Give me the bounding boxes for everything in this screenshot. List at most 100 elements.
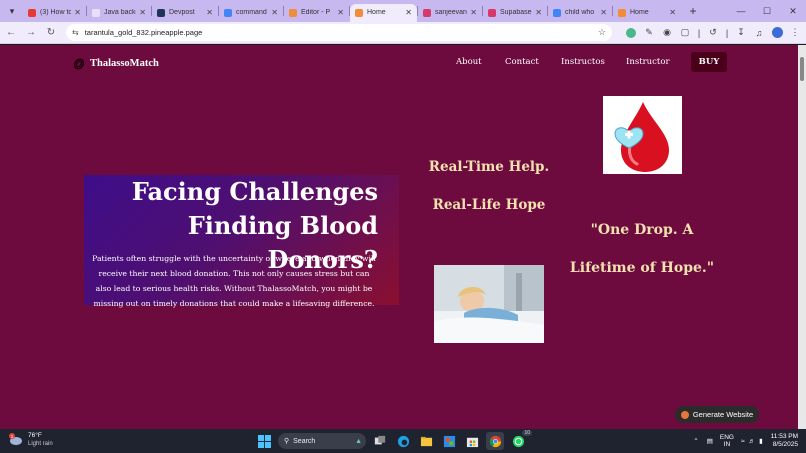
extensions-area: ✎ ◉ ▢ | ↺ | ↧ ♫ ⋮ (622, 24, 804, 42)
file-explorer-icon[interactable] (417, 432, 435, 450)
brand-name: ThalassoMatch (90, 57, 159, 69)
clock[interactable]: 11:53 PM 8/5/2025 (771, 433, 798, 449)
tab-close-icon[interactable]: ✕ (271, 8, 278, 17)
tab-close-icon[interactable]: ✕ (535, 8, 542, 17)
browser-tab[interactable]: (3) How to ✕ (23, 4, 86, 22)
address-bar[interactable]: ⇆ tarantula_gold_832.pineapple.page ☆ (66, 24, 612, 41)
tab-favicon-icon (224, 8, 232, 17)
nav-instructor[interactable]: Instructor (626, 57, 670, 67)
media-icon[interactable]: ♫ (750, 24, 768, 42)
clock-date: 8/5/2025 (772, 441, 798, 448)
weather-icon: 1 (9, 433, 23, 447)
tab-favicon-icon (488, 8, 496, 17)
reload-icon[interactable]: ↻ (42, 24, 60, 42)
whatsapp-icon[interactable]: 10 (509, 430, 532, 450)
tab-title: Editor - P (301, 9, 331, 16)
tab-close-icon[interactable]: ✕ (470, 8, 477, 17)
browser-tab[interactable]: Devpost ✕ (152, 4, 218, 22)
whatsapp-badge: 10 (522, 430, 532, 436)
forward-icon[interactable]: → (22, 24, 40, 42)
tab-favicon-icon (157, 8, 165, 17)
battery-icon[interactable]: ▮ (759, 437, 763, 445)
system-tray: ⌃ ▤ ENG IN ≈ ♬ ▮ 11:53 PM 8/5/2025 (693, 431, 798, 451)
lang-region: IN (723, 441, 731, 448)
taskbar-search[interactable]: ⚲ Search ▲ (278, 433, 366, 449)
chrome-icon[interactable] (486, 432, 504, 450)
tab-close-icon[interactable]: ✕ (600, 8, 607, 17)
new-tab-button[interactable]: + (685, 3, 701, 19)
tagline-realtime: Real-Time Help. (428, 159, 550, 175)
buy-button[interactable]: BUY (691, 52, 727, 72)
minimize-icon[interactable]: — (728, 0, 754, 22)
search-label: Search (293, 437, 316, 445)
tab-close-icon[interactable]: ✕ (139, 8, 146, 17)
page-scrollbar[interactable] (798, 45, 806, 429)
web-page: ThalassoMatch About Contact Instructos I… (0, 45, 798, 429)
taskbar-apps: ⚲ Search ▲ 10 (255, 430, 532, 450)
pen-extension-icon[interactable]: ✎ (640, 24, 658, 42)
download-icon[interactable]: ↧ (732, 24, 750, 42)
maximize-icon[interactable]: ☐ (754, 0, 780, 22)
toolbar-divider: | (725, 27, 729, 38)
tab-close-icon[interactable]: ✕ (405, 8, 412, 17)
language-indicator[interactable]: ENG IN (720, 434, 734, 449)
browser-tab[interactable]: Supabase ✕ (483, 4, 547, 22)
touch-keyboard-icon[interactable]: ▤ (707, 437, 713, 445)
close-window-icon[interactable]: ✕ (780, 0, 806, 22)
browser-tab[interactable]: child who ✕ (548, 4, 612, 22)
search-highlight-icon: ▲ (355, 437, 362, 445)
tab-title: Home (367, 9, 386, 16)
tab-close-icon[interactable]: ✕ (337, 8, 344, 17)
browser-tab[interactable]: Editor - P ✕ (284, 4, 349, 22)
tab-title: sanjeevan (435, 9, 467, 16)
start-windows-icon[interactable] (255, 432, 273, 450)
hero-card: Facing Challenges Finding Blood Donors? … (84, 175, 399, 308)
browser-menu-icon[interactable]: ⋮ (786, 24, 804, 42)
bookmark-star-icon[interactable]: ☆ (598, 27, 606, 38)
browser-tab[interactable]: sanjeevan ✕ (418, 4, 482, 22)
generate-website-button[interactable]: Generate Website (675, 406, 759, 423)
weather-desc: Light rain (28, 441, 53, 447)
tab-title: Java backe (104, 9, 137, 16)
tab-close-icon[interactable]: ✕ (206, 8, 213, 17)
tab-strip: ▾ (3) How to ✕ Java backe ✕ Devpost ✕ command ✕… (0, 0, 806, 22)
browser-toolbar: ← → ↻ ⇆ tarantula_gold_832.pineapple.pag… (0, 22, 806, 44)
edge-icon[interactable] (394, 432, 412, 450)
browser-tab[interactable]: Java backe ✕ (87, 4, 151, 22)
tab-title: Devpost (169, 9, 195, 16)
browser-tab[interactable]: Home ✕ (350, 3, 417, 22)
tab-title: Supabase (500, 9, 532, 16)
nav-about[interactable]: About (456, 57, 482, 67)
photos-app-icon[interactable] (440, 432, 458, 450)
puzzle-icon[interactable]: ▢ (676, 24, 694, 42)
nav-contact[interactable]: Contact (505, 57, 539, 67)
profile-avatar[interactable] (768, 24, 786, 42)
nav-instructos[interactable]: Instructos (561, 57, 605, 67)
history-icon[interactable]: ↺ (704, 24, 722, 42)
brand-logo-icon (73, 58, 85, 70)
toolbar-divider: | (697, 27, 701, 38)
tab-favicon-icon (423, 8, 431, 17)
browser-tab[interactable]: command ✕ (219, 4, 283, 22)
tab-favicon-icon (92, 8, 100, 17)
store-icon[interactable] (463, 432, 481, 450)
tab-favicon-icon (553, 8, 561, 17)
browser-tab[interactable]: Home ✕ (613, 4, 681, 22)
task-view-icon[interactable] (371, 432, 389, 450)
weather-widget[interactable]: 1 76°F Light rain (9, 432, 53, 448)
scrollbar-thumb[interactable] (800, 57, 804, 81)
tab-title: child who (565, 9, 595, 16)
back-icon[interactable]: ← (2, 24, 20, 42)
tab-close-icon[interactable]: ✕ (74, 8, 81, 17)
wifi-icon[interactable]: ≈ (741, 438, 745, 445)
tab-close-icon[interactable]: ✕ (669, 8, 676, 17)
tab-search-icon[interactable]: ▾ (3, 2, 21, 20)
site-brand[interactable]: ThalassoMatch (72, 56, 159, 70)
extension-circle-icon[interactable] (622, 24, 640, 42)
spy-extension-icon[interactable]: ◉ (658, 24, 676, 42)
tab-favicon-icon (355, 8, 363, 17)
tray-overflow-icon[interactable]: ⌃ (693, 437, 698, 445)
tab-favicon-icon (618, 8, 626, 17)
volume-icon[interactable]: ♬ (749, 438, 756, 445)
site-info-icon[interactable]: ⇆ (72, 28, 79, 37)
